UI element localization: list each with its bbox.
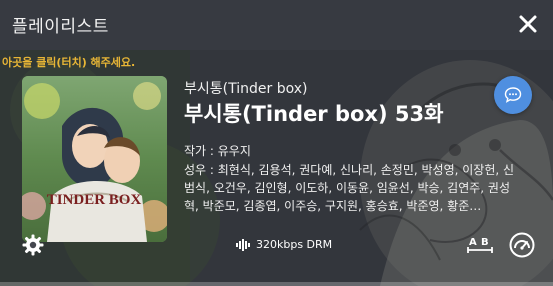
series-title: 부시통(Tinder box) <box>184 81 308 97</box>
playlist-header: 플레이리스트 <box>0 0 553 50</box>
now-playing-panel[interactable]: 아곳을 클릭(터치) 해주세요. TINDER BOX 부시통(Tinder b… <box>0 50 553 286</box>
quality-indicator: 320kbps DRM <box>236 238 332 251</box>
close-icon[interactable] <box>517 13 539 35</box>
author-line: 작가 : 유우지 <box>184 144 251 158</box>
cast-line: 성우 : 최현식, 김용석, 권다예, 신나리, 손정민, 박성영, 이장헌, … <box>184 163 515 213</box>
audio-wave-icon <box>236 238 250 251</box>
episode-title: 부시통(Tinder box) 53화 <box>184 102 444 126</box>
gear-icon[interactable] <box>22 234 44 256</box>
svg-text:B: B <box>481 237 489 248</box>
chat-bubble-icon[interactable] <box>494 76 532 114</box>
svg-text:A: A <box>469 237 477 248</box>
speed-gauge-icon[interactable] <box>508 231 536 259</box>
header-title: 플레이리스트 <box>12 17 109 37</box>
click-hint: 아곳을 클릭(터치) 해주세요. <box>2 56 136 69</box>
ab-repeat-icon[interactable]: A B <box>466 233 494 257</box>
cover-title-text: TINDER BOX <box>47 192 142 208</box>
cover-art: TINDER BOX <box>22 76 167 242</box>
progress-bar[interactable] <box>0 282 553 286</box>
quality-label: 320kbps DRM <box>256 238 333 251</box>
